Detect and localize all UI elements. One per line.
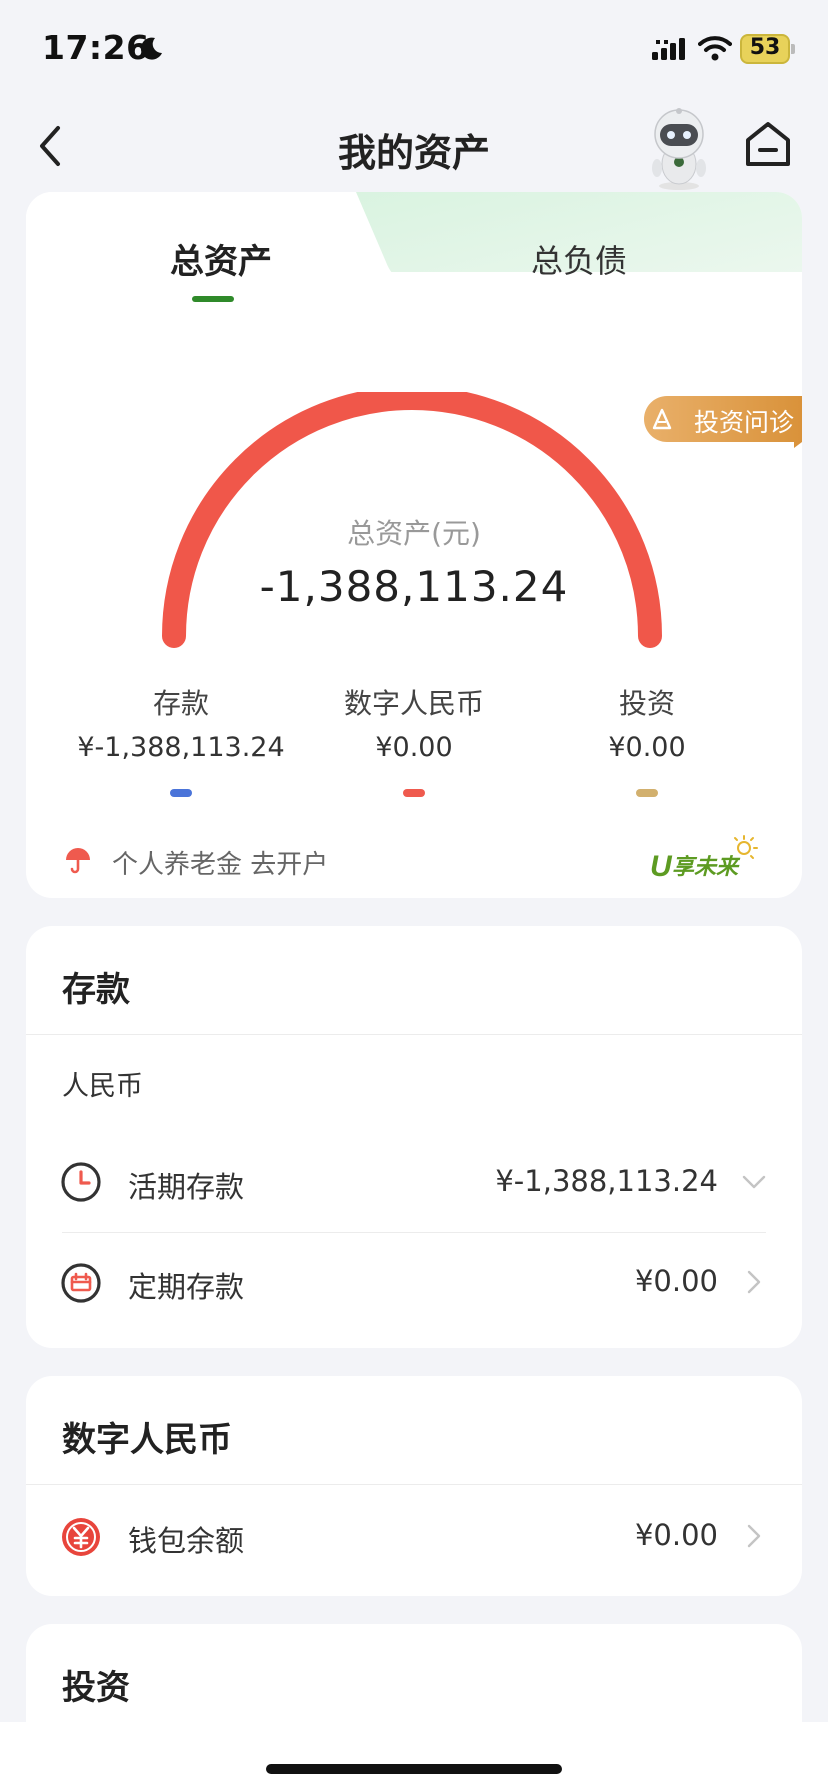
row-label: 定期存款	[128, 1270, 245, 1304]
wifi-icon	[698, 36, 732, 61]
row-label: 钱包余额	[128, 1524, 245, 1558]
nav-bar: 我的资产	[0, 100, 828, 190]
status-time: 17:26	[42, 28, 150, 67]
status-bar: 17:26 53	[0, 0, 828, 100]
svg-text:U: U	[650, 850, 673, 883]
divider	[26, 1034, 802, 1035]
calendar-icon	[61, 1263, 101, 1303]
deposit-title: 存款	[62, 970, 130, 1010]
category-investment[interactable]: 投资 ¥0.00	[518, 682, 776, 797]
pension-text: 个人养老金 去开户	[112, 850, 329, 880]
battery-indicator: 53	[740, 34, 795, 64]
yuan-icon	[62, 1518, 100, 1556]
category-label: 数字人民币	[343, 687, 484, 720]
robot-avatar[interactable]	[640, 106, 718, 192]
umbrella-icon	[66, 848, 90, 874]
chevron-right-icon[interactable]	[742, 1270, 766, 1294]
total-assets-label: 总资产(元)	[347, 517, 481, 550]
category-label: 投资	[618, 687, 675, 720]
u-future-logo[interactable]: U 享未来	[650, 834, 760, 884]
category-value: ¥0.00	[375, 732, 453, 763]
chevron-down-icon[interactable]	[742, 1170, 766, 1194]
row-value: ¥-1,388,113.24	[495, 1164, 718, 1198]
wallet-balance-row[interactable]: 钱包余额 ¥0.00	[26, 1486, 802, 1586]
category-label: 存款	[152, 687, 209, 720]
total-assets-value: -1,388,113.24	[259, 562, 569, 611]
category-color-bar	[403, 789, 425, 797]
bottom-safe-area	[0, 1722, 828, 1792]
screen: 17:26 53 我的资产 总资产 总负债 总资产(元) -1,388,113.…	[0, 0, 828, 1792]
row-value: ¥0.00	[634, 1518, 718, 1552]
digital-rmb-card: 数字人民币 钱包余额 ¥0.00	[26, 1376, 802, 1596]
current-deposit-row[interactable]: 活期存款 ¥-1,388,113.24	[26, 1132, 802, 1232]
battery-level: 53	[749, 35, 781, 60]
home-indicator[interactable]	[266, 1764, 562, 1774]
tab-active-indicator	[192, 296, 234, 302]
currency-label: 人民币	[62, 1071, 143, 1102]
divider	[26, 1484, 802, 1485]
chevron-right-icon[interactable]	[742, 1524, 766, 1548]
tab-total-liabilities-label: 总负债	[530, 242, 627, 280]
category-color-bar	[636, 789, 658, 797]
category-digital-rmb[interactable]: 数字人民币 ¥0.00	[285, 682, 543, 797]
row-divider	[62, 1232, 766, 1233]
digital-rmb-title: 数字人民币	[62, 1420, 232, 1460]
row-label: 活期存款	[128, 1170, 245, 1204]
investment-diagnosis-label: 投资问诊	[694, 408, 795, 437]
category-deposit[interactable]: 存款 ¥-1,388,113.24	[52, 682, 310, 797]
deposit-card: 存款 人民币 活期存款 ¥-1,388,113.24 定期存款 ¥0.00	[26, 926, 802, 1348]
home-icon[interactable]	[742, 118, 794, 170]
row-value: ¥0.00	[634, 1264, 718, 1298]
investment-title: 投资	[62, 1668, 130, 1708]
moon-icon	[140, 37, 162, 60]
category-value: ¥-1,388,113.24	[77, 732, 285, 763]
fixed-deposit-row[interactable]: 定期存款 ¥0.00	[26, 1236, 802, 1336]
clock-icon	[61, 1162, 101, 1202]
asset-overview-card: 总资产 总负债 总资产(元) -1,388,113.24 投资问诊 存款 ¥-1…	[26, 192, 802, 898]
category-value: ¥0.00	[608, 732, 686, 763]
category-color-bar	[170, 789, 192, 797]
signal-icon	[652, 38, 685, 60]
svg-text:享未来: 享未来	[672, 854, 741, 880]
